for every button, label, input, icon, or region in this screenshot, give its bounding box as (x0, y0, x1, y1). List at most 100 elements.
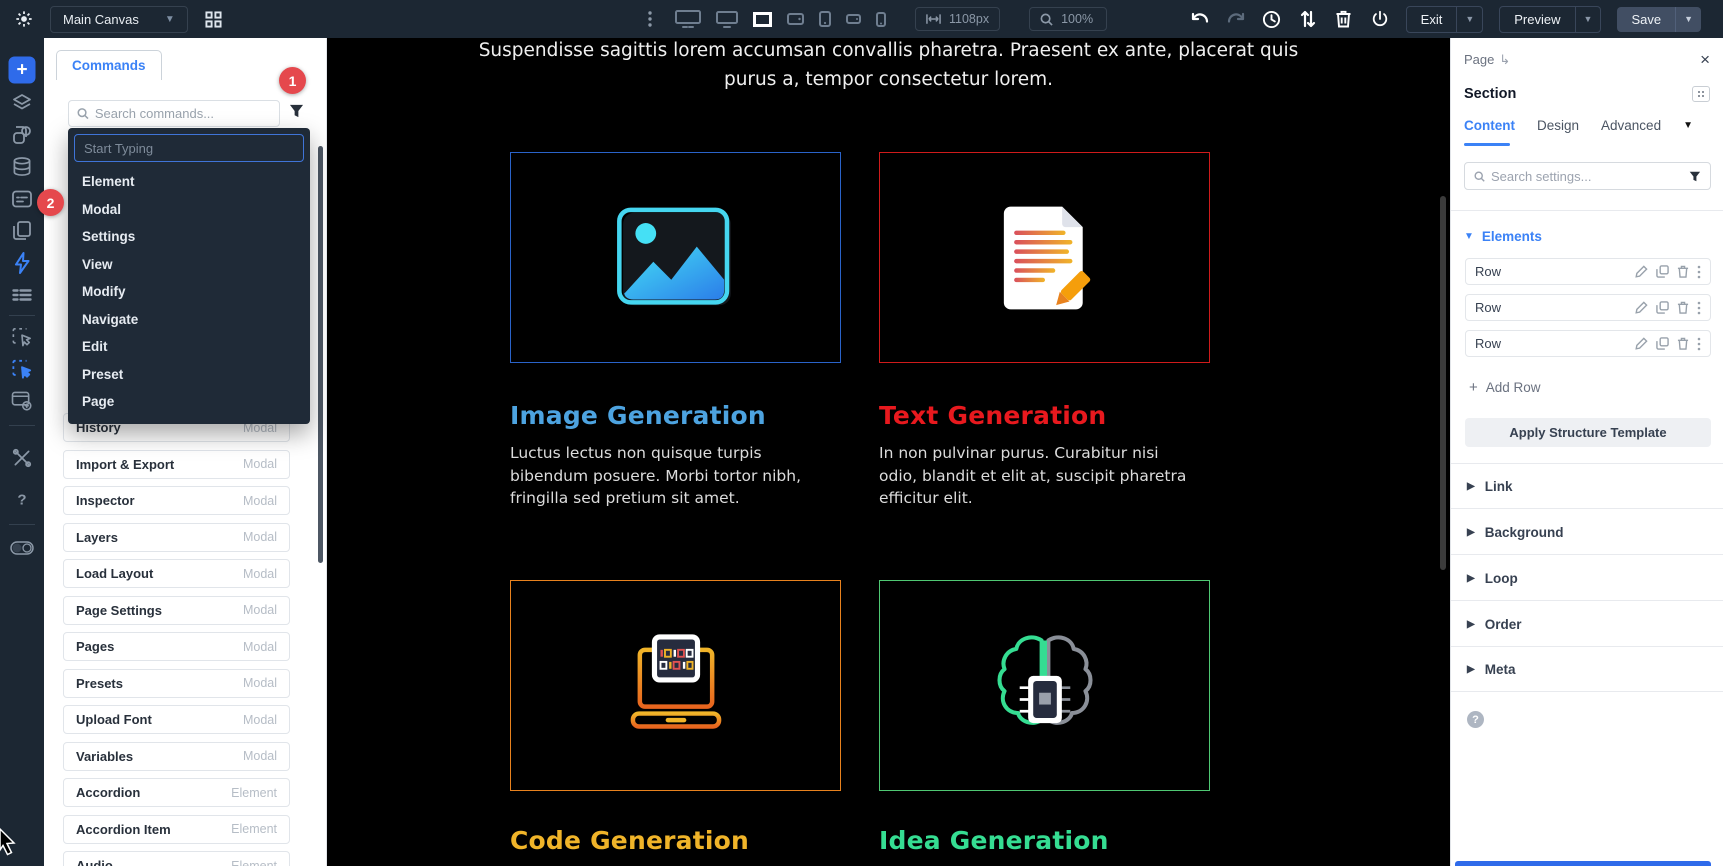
command-item-variables[interactable]: Variables Modal (63, 741, 290, 771)
tabs-dropdown-caret[interactable]: ▼ (1683, 120, 1693, 131)
card-idea-generation[interactable] (879, 580, 1210, 791)
search-settings-box[interactable] (1464, 162, 1711, 190)
commands-lightning-icon-active[interactable] (14, 252, 30, 274)
filter-funnel-icon[interactable] (289, 104, 304, 123)
command-item-audio[interactable]: Audio Element (63, 851, 290, 866)
trash-icon[interactable] (1677, 265, 1689, 278)
device-laptop-icon-active[interactable] (753, 11, 772, 27)
search-commands-box[interactable] (68, 100, 280, 127)
dropdown-option-page[interactable]: Page (68, 388, 310, 416)
tab-advanced[interactable]: Advanced (1601, 118, 1661, 133)
save-dropdown-caret[interactable]: ▼ (1675, 6, 1701, 32)
exit-dropdown-caret[interactable]: ▼ (1456, 6, 1482, 32)
redo-icon[interactable] (1226, 9, 1246, 29)
tab-design[interactable]: Design (1537, 118, 1579, 133)
command-item-pages[interactable]: Pages Modal (63, 632, 290, 661)
elements-section-header[interactable]: ▼ Elements (1464, 229, 1542, 244)
add-element-button[interactable]: + (8, 56, 36, 84)
trash-icon[interactable] (1334, 9, 1354, 29)
kebab-menu-icon[interactable] (1697, 337, 1701, 351)
bottom-action-bar[interactable] (1455, 861, 1711, 866)
search-settings-input[interactable] (1491, 168, 1684, 184)
dropdown-typing-input[interactable] (84, 140, 294, 156)
accordion-background[interactable]: ▶ Background (1467, 525, 1563, 540)
canvas-scrollbar[interactable] (1440, 196, 1446, 570)
device-tablet-portrait-icon[interactable] (819, 11, 831, 27)
tab-commands[interactable]: Commands (56, 50, 162, 80)
duplicate-icon[interactable] (1656, 301, 1669, 314)
trash-icon[interactable] (1677, 301, 1689, 314)
accordion-loop[interactable]: ▶ Loop (1467, 571, 1518, 586)
device-desktop-icon[interactable] (716, 10, 738, 28)
help-icon[interactable]: ? (17, 492, 26, 509)
dropdown-option-modify[interactable]: Modify (68, 278, 310, 306)
dropdown-option-modal[interactable]: Modal (68, 196, 310, 224)
kebab-menu-icon[interactable] (1697, 301, 1701, 315)
settings-toggle[interactable] (10, 541, 34, 555)
edit-pencil-icon[interactable] (1635, 301, 1648, 314)
command-item-layers[interactable]: Layers Modal (63, 522, 290, 552)
dropdown-typing-box[interactable] (74, 134, 304, 162)
element-options-icon[interactable] (1692, 86, 1710, 102)
history-clock-icon[interactable] (1262, 9, 1282, 29)
save-button[interactable]: Save ▼ (1617, 6, 1701, 32)
dropdown-option-view[interactable]: View (68, 251, 310, 279)
tab-content[interactable]: Content (1464, 118, 1515, 133)
duplicate-icon[interactable] (1656, 265, 1669, 278)
breadcrumb-page[interactable]: Page (1464, 52, 1494, 67)
settings-gear-icon[interactable] (14, 9, 34, 29)
card-text-generation[interactable] (879, 152, 1210, 363)
shapes-design-icon[interactable] (12, 125, 32, 145)
command-item-presets[interactable]: Presets Modal (63, 668, 290, 698)
accordion-order[interactable]: ▶ Order (1467, 617, 1521, 632)
search-commands-input[interactable] (94, 106, 271, 121)
command-item-page-settings[interactable]: Page Settings Modal (63, 595, 290, 625)
dropdown-option-navigate[interactable]: Navigate (68, 306, 310, 334)
tools-icon[interactable] (12, 448, 32, 468)
copy-pages-icon[interactable] (13, 221, 31, 241)
element-row-3[interactable]: Row (1465, 330, 1711, 357)
accordion-meta[interactable]: ▶ Meta (1467, 662, 1515, 677)
command-item-inspector[interactable]: Inspector Modal (63, 486, 290, 515)
kebab-menu-icon[interactable] (1697, 265, 1701, 279)
page-canvas[interactable]: Suspendisse sagittis lorem accumsan conv… (327, 38, 1450, 866)
rows-list-icon[interactable] (12, 288, 32, 302)
dropdown-option-preset[interactable]: Preset (68, 361, 310, 389)
select-element-icon[interactable] (12, 327, 32, 347)
edit-pencil-icon[interactable] (1635, 337, 1648, 350)
select-element-icon-active[interactable] (12, 359, 32, 379)
dropdown-option-element[interactable]: Element (68, 168, 310, 196)
exit-button[interactable]: Exit ▼ (1405, 5, 1484, 33)
preview-button[interactable]: Preview ▼ (1499, 5, 1602, 33)
device-phone-landscape-icon[interactable] (846, 14, 861, 24)
layers-icon[interactable] (12, 93, 32, 113)
element-row-2[interactable]: Row (1465, 294, 1711, 321)
zoom-level-input[interactable]: 100% (1029, 7, 1108, 31)
help-icon[interactable]: ? (1467, 711, 1484, 728)
dropdown-option-edit[interactable]: Edit (68, 333, 310, 361)
device-desktop-xl-icon[interactable] (675, 10, 701, 28)
element-row-1[interactable]: Row (1465, 258, 1711, 285)
command-item-upload-font[interactable]: Upload Font Modal (63, 705, 290, 734)
device-tablet-landscape-icon[interactable] (787, 13, 804, 25)
preview-dropdown-caret[interactable]: ▼ (1574, 6, 1601, 32)
power-export-icon[interactable] (1370, 9, 1390, 29)
command-item-accordion-item[interactable]: Accordion Item Element (63, 814, 290, 844)
left-panel-scrollbar[interactable] (318, 146, 323, 563)
command-item-import-export[interactable]: Import & Export Modal (63, 449, 290, 479)
form-card-icon[interactable] (12, 190, 32, 208)
command-item-load-layout[interactable]: Load Layout Modal (63, 559, 290, 588)
undo-icon[interactable] (1190, 9, 1210, 29)
add-row-button[interactable]: + Add Row (1469, 379, 1541, 396)
apply-structure-template-button[interactable]: Apply Structure Template (1465, 418, 1711, 447)
database-icon[interactable] (13, 157, 32, 177)
grid-view-icon[interactable] (204, 9, 224, 29)
card-image-generation[interactable] (510, 152, 841, 363)
duplicate-icon[interactable] (1656, 337, 1669, 350)
browser-data-icon[interactable] (11, 391, 33, 411)
dropdown-option-settings[interactable]: Settings (68, 223, 310, 251)
command-item-accordion[interactable]: Accordion Element (63, 778, 290, 807)
device-phone-portrait-icon[interactable] (876, 11, 886, 27)
canvas-selector[interactable]: Main Canvas ▼ (50, 5, 188, 33)
edit-pencil-icon[interactable] (1635, 265, 1648, 278)
